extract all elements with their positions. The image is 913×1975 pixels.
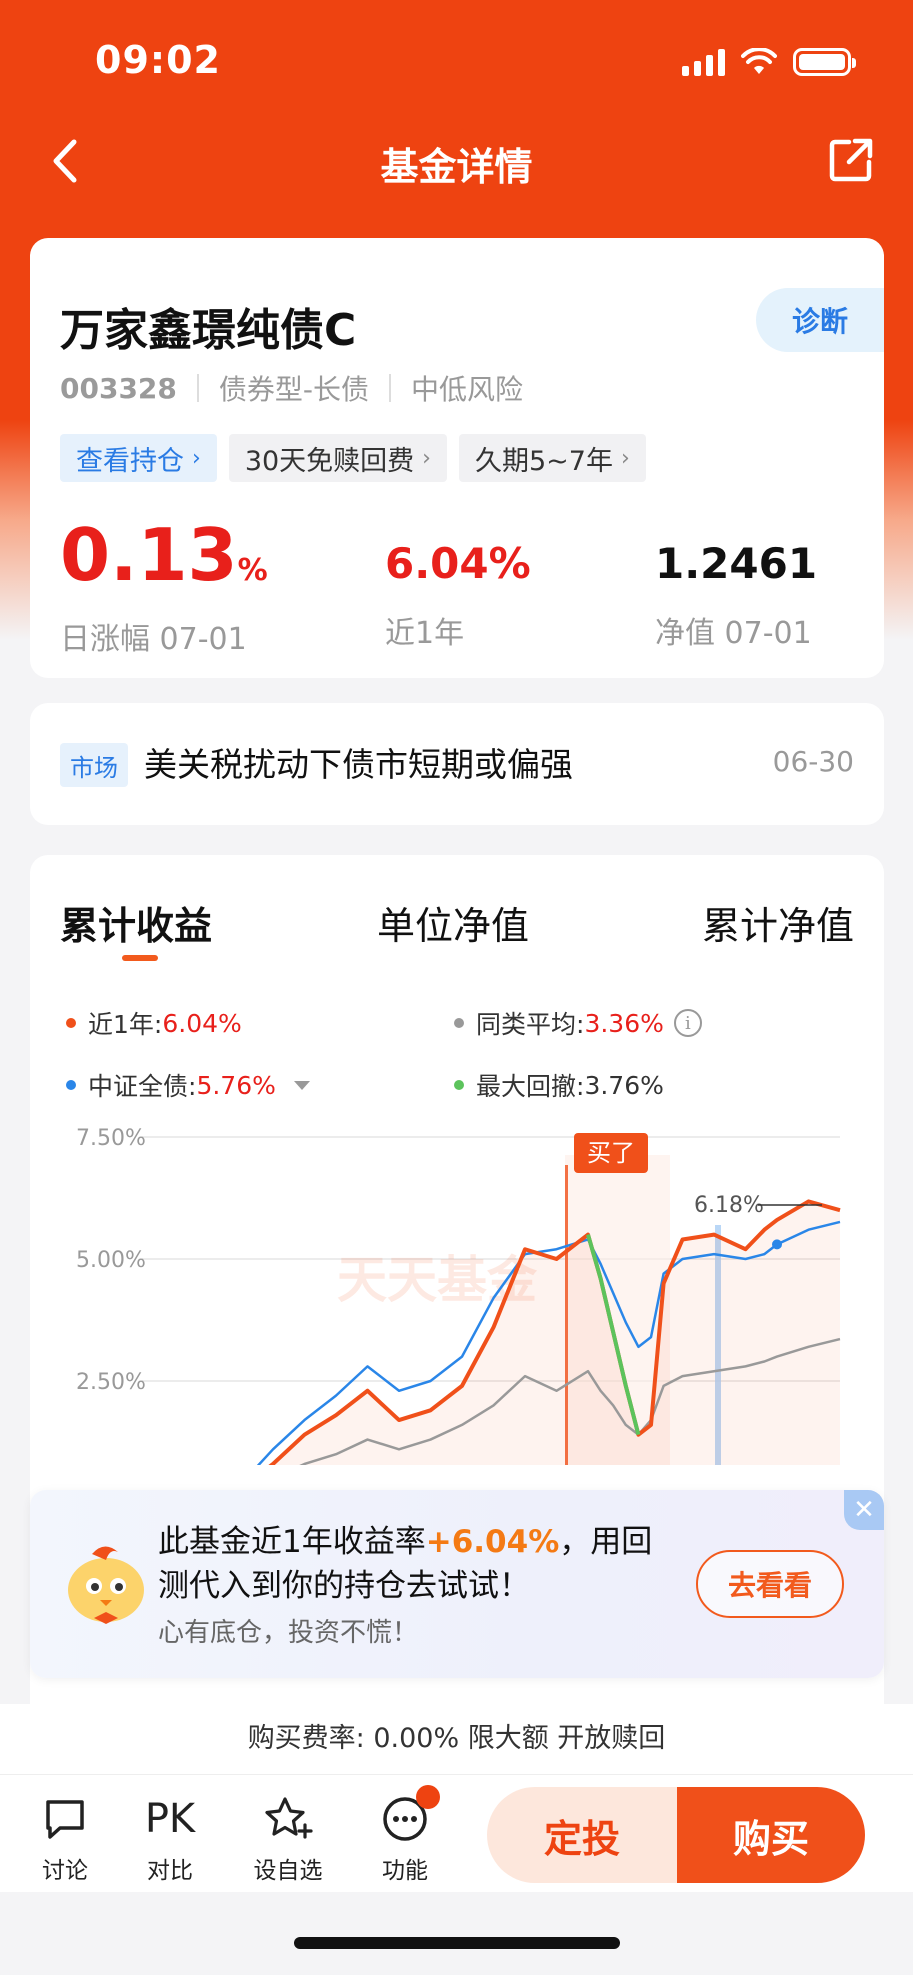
bought-label: 买了: [587, 1139, 635, 1167]
news-card[interactable]: 市场 美关税扰动下债市短期或偏强 06-30: [30, 703, 884, 825]
dropdown-arrow-icon[interactable]: [293, 1080, 310, 1090]
chart-tabs: 累计收益 单位净值 累计净值: [30, 895, 884, 965]
return-chart[interactable]: 7.50%5.00%2.50% 天天基金 买了 6.18%: [30, 1125, 884, 1465]
promo-subtext: 心有底仓，投资不慌！: [158, 1618, 419, 1648]
promo-go-button[interactable]: 去看看: [696, 1550, 844, 1618]
legend-fund: 近1年: 6.04%: [66, 1005, 242, 1041]
share-icon[interactable]: [827, 136, 875, 184]
more-functions-button[interactable]: 功能: [360, 1785, 450, 1885]
legend-max-drawdown: 最大回撤: 3.76%: [454, 1067, 664, 1103]
tab-unit-nav[interactable]: 单位净值: [377, 895, 529, 950]
tab-accumulated-nav[interactable]: 累计净值: [702, 895, 854, 950]
fund-meta: 003328 债券型-长债 中低风险: [60, 368, 523, 408]
fund-name: 万家鑫璟纯债C: [60, 305, 357, 356]
fund-code: 003328: [60, 371, 177, 405]
fund-type: 债券型-长债: [218, 373, 370, 406]
mascot-icon: [68, 1546, 144, 1624]
stat-daily-change: 0.13% 日涨幅 07-01: [60, 513, 268, 657]
bottom-action-bar: 讨论 PK 对比 设自选 功能 定投 购买: [0, 1774, 913, 1892]
chat-bubble-icon: [46, 1800, 84, 1839]
battery-icon: [793, 48, 856, 76]
status-time: 09:02: [95, 38, 221, 82]
series-area: [271, 1201, 840, 1465]
status-icons: [682, 44, 856, 80]
tag-redemption-fee[interactable]: 30天免赎回费 ›: [228, 434, 447, 482]
peak-label: 6.18%: [694, 1193, 764, 1218]
news-tag: 市场: [60, 743, 128, 787]
discuss-button[interactable]: 讨论: [20, 1793, 110, 1885]
y-tick-label: 2.50%: [76, 1370, 146, 1395]
news-title: 美关税扰动下债市短期或偏强: [144, 745, 573, 784]
chevron-right-icon: ›: [620, 445, 630, 471]
chevron-right-icon: ›: [192, 445, 201, 471]
fund-summary-card: 万家鑫璟纯债C 诊断 003328 债券型-长债 中低风险 查看持仓 › 30天免…: [30, 238, 884, 678]
compare-button[interactable]: PK 对比: [125, 1793, 215, 1885]
close-icon[interactable]: ✕: [844, 1490, 884, 1530]
info-icon[interactable]: i: [673, 1009, 702, 1037]
pk-icon: PK: [144, 1796, 196, 1842]
tab-cumulative-return[interactable]: 累计收益: [60, 895, 212, 950]
home-indicator: [294, 1937, 620, 1949]
star-plus-icon: [265, 1797, 313, 1839]
notification-badge: [416, 1785, 440, 1809]
legend-benchmark[interactable]: 中证全债: 5.76%: [66, 1067, 310, 1103]
tag-holdings[interactable]: 查看持仓 ›: [60, 434, 217, 482]
promo-text: 此基金近1年收益率+6.04%，用回测代入到你的持仓去试试！: [158, 1524, 653, 1604]
tab-active-indicator: [122, 955, 158, 961]
benchmark-marker-dot: [772, 1239, 782, 1250]
stat-one-year: 6.04% 近1年: [385, 539, 531, 651]
page-title: 基金详情: [380, 145, 533, 189]
fund-tags: 查看持仓 › 30天免赎回费 › 久期5~7年 ›: [60, 434, 646, 482]
y-tick-label: 7.50%: [76, 1126, 146, 1151]
wifi-icon: [741, 48, 777, 74]
add-watchlist-button[interactable]: 设自选: [243, 1793, 333, 1885]
promo-banner[interactable]: ✕ 此基金近1年收益率+6.04%，用回测代入到你的持仓去试试！ 心有底仓，投资…: [30, 1490, 884, 1678]
news-date: 06-30: [772, 745, 854, 778]
stat-nav: 1.2461 净值 07-01: [655, 539, 818, 651]
sip-button[interactable]: 定投: [487, 1787, 677, 1883]
tag-duration[interactable]: 久期5~7年 ›: [458, 434, 646, 482]
y-tick-label: 5.00%: [76, 1248, 146, 1273]
chevron-right-icon: ›: [422, 445, 431, 471]
fund-risk: 中低风险: [411, 373, 524, 406]
fee-info-bar: 购买费率: 0.00% 限大额 开放赎回: [0, 1704, 913, 1774]
buy-button[interactable]: 购买: [677, 1787, 865, 1883]
legend-peer-average: 同类平均: 3.36% i: [454, 1005, 702, 1041]
signal-icon: [682, 48, 725, 76]
diagnose-button[interactable]: 诊断: [756, 288, 884, 352]
